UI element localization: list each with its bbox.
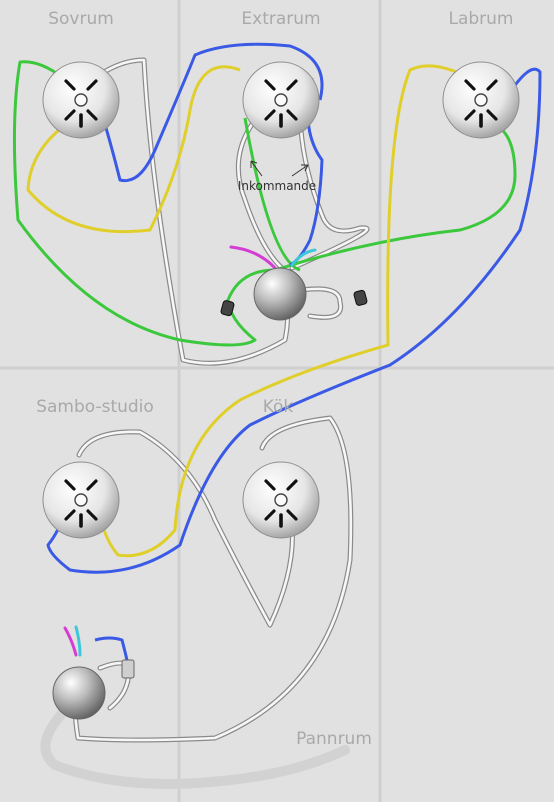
wiring-diagram: Sovrum Extrarum Labrum Sambo-studio Kök …: [0, 0, 554, 802]
room-label-pannrum: Pannrum: [296, 729, 372, 749]
room-label-sambo-studio: Sambo-studio: [36, 397, 154, 417]
outlet-labrum-icon: [441, 60, 521, 140]
room-label-labrum: Labrum: [448, 9, 513, 29]
room-label-kok: Kök: [263, 397, 294, 417]
outlet-sovrum-icon: [41, 60, 121, 140]
wiring-canvas: Sovrum Extrarum Labrum Sambo-studio Kök …: [0, 0, 554, 802]
blue-wire: [46, 42, 542, 666]
annotation-inkommande: Inkommande: [238, 179, 316, 193]
wire-connector-icon: [121, 289, 368, 679]
outlet-extrarum-icon: [241, 60, 321, 140]
room-label-sovrum: Sovrum: [48, 9, 114, 29]
inkommande-arrows: [250, 160, 309, 177]
outlet-sambo-studio-icon: [41, 460, 121, 540]
outlet-kok-icon: [241, 460, 321, 540]
room-label-extrarum: Extrarum: [241, 9, 320, 29]
